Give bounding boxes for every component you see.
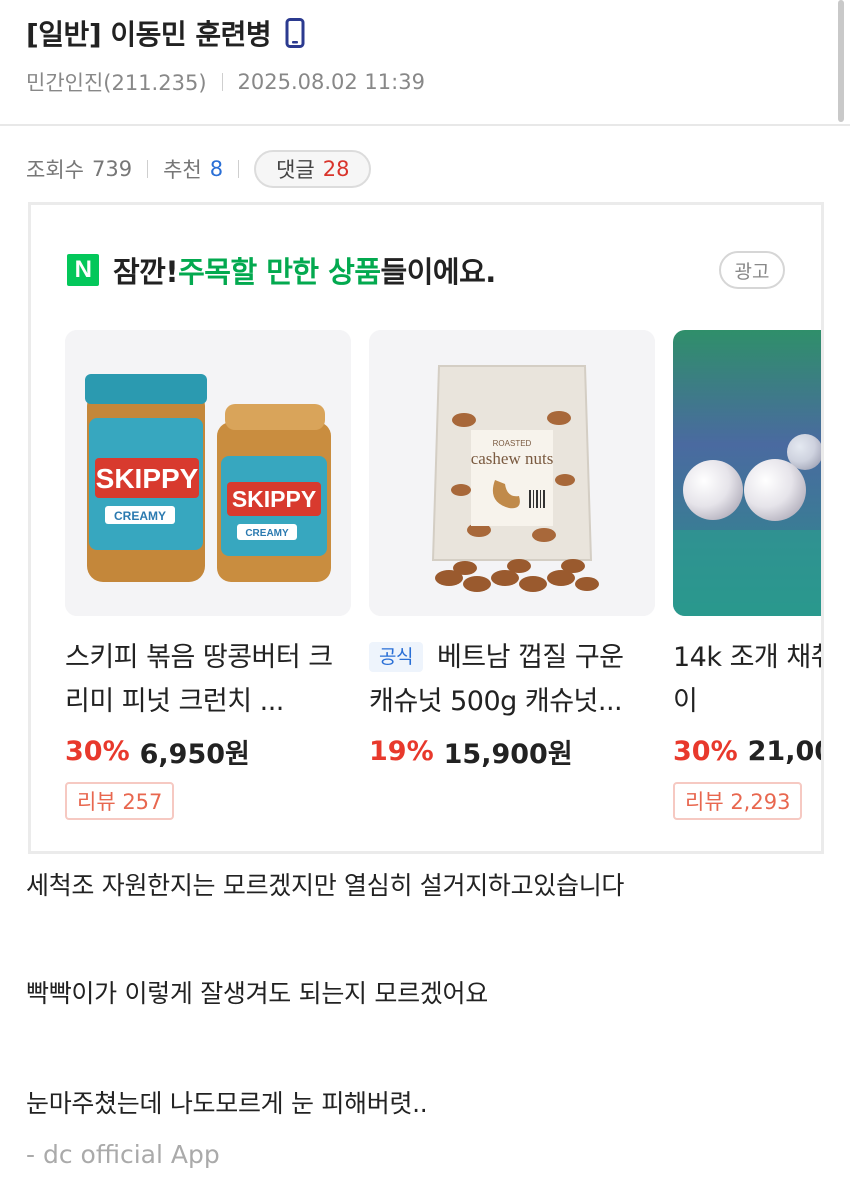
post-title: [일반] 이동민 훈련병 [26,14,820,52]
likes-label: 추천 [163,158,202,182]
post-body-line: 세척조 자원한지는 모르겠지만 열심히 설거지하고있습니다 [26,871,625,900]
post-datetime: 2025.08.02 11:39 [237,70,425,94]
product-review-badge: 리뷰 2,293 [673,782,803,820]
svg-text:SKIPPY: SKIPPY [232,486,316,512]
product-discount: 30% [65,735,130,767]
naver-logo-icon: N [67,254,99,286]
ad-badge[interactable]: 광고 [719,251,785,289]
peanut-butter-jars-image[interactable]: SKIPPY CREAMY SKIPPY CREAMY [65,330,351,616]
product-name[interactable]: 14k 조개 채취 진주 귀걸이 [673,636,821,724]
product-price: 15,900원 [443,738,573,770]
post-stats: 조회수 739 추천 8 댓글 28 [26,150,372,188]
ad-headline-pre: 잠깐! [113,255,179,289]
product-card[interactable]: ROASTED cashew nuts 공식 베트남 껍질 구운 캐슈넛 500g… [369,330,655,820]
product-discount: 19% [369,735,434,767]
comments-label: 댓글 [276,158,315,182]
page-scrollbar[interactable] [838,0,844,122]
product-card[interactable]: SKIPPY CREAMY SKIPPY CREAMY 스키피 볶음 땅콩버터 … [65,330,351,820]
official-store-tag: 공식 [369,642,423,672]
ad-headline: N 잠깐! 주목할 만한 상품 들이에요. [67,249,496,291]
svg-text:SKIPPY: SKIPPY [96,463,199,494]
pearl-earrings-image[interactable] [673,330,821,616]
product-price-row: 19% 15,900원 [369,732,655,770]
svg-text:cashew nuts: cashew nuts [471,449,554,468]
post-header: [일반] 이동민 훈련병 민간인진(211.235) 2025.08.02 11… [26,14,820,98]
ad-banner: N 잠깐! 주목할 만한 상품 들이에요. 광고 SKIPPY CREAMY S… [28,202,824,854]
ad-headline-highlight: 주목할 만한 상품 [178,255,381,289]
product-name[interactable]: 공식 베트남 껍질 구운 캐슈넛 500g 캐슈넛... [369,636,655,724]
svg-text:CREAMY: CREAMY [114,509,166,523]
post-meta: 민간인진(211.235) 2025.08.02 11:39 [26,66,820,98]
product-price: 21,00 [747,735,821,767]
meta-divider [221,73,223,91]
post-title-text: [일반] 이동민 훈련병 [26,18,272,51]
header-divider [0,124,850,126]
views-label: 조회수 [26,158,84,182]
stats-divider [147,160,149,178]
ad-headline-post: 들이에요. [380,255,497,289]
stats-divider [238,160,240,178]
product-carousel[interactable]: SKIPPY CREAMY SKIPPY CREAMY 스키피 볶음 땅콩버터 … [65,330,821,820]
product-review-badge: 리뷰 257 [65,782,175,820]
views-count: 739 [91,157,133,181]
post-body-line: 빡빡이가 이렇게 잘생겨도 되는지 모르겠어요 [26,979,488,1008]
product-price-row: 30% 6,950원 [65,732,351,770]
svg-text:ROASTED: ROASTED [493,439,532,448]
product-discount: 30% [673,735,738,767]
comments-button[interactable]: 댓글 28 [254,150,372,188]
svg-text:CREAMY: CREAMY [245,528,289,539]
product-name[interactable]: 스키피 볶음 땅콩버터 크리미 피넛 크런치 ... [65,636,351,724]
post-author[interactable]: 민간인진(211.235) [26,67,207,97]
product-price-row: 30% 21,00 [673,732,821,770]
cashew-nuts-bag-image[interactable]: ROASTED cashew nuts [369,330,655,616]
comments-count: 28 [322,157,350,181]
mobile-phone-icon [285,18,305,48]
product-card[interactable]: 14k 조개 채취 진주 귀걸이 30% 21,00 리뷰 2,293 [673,330,821,820]
product-price: 6,950원 [139,738,250,770]
likes-count: 8 [209,157,224,181]
app-signature: - dc official App [26,1140,220,1169]
post-body-line: 눈마주쳤는데 나도모르게 눈 피해버렷.. [26,1089,428,1118]
